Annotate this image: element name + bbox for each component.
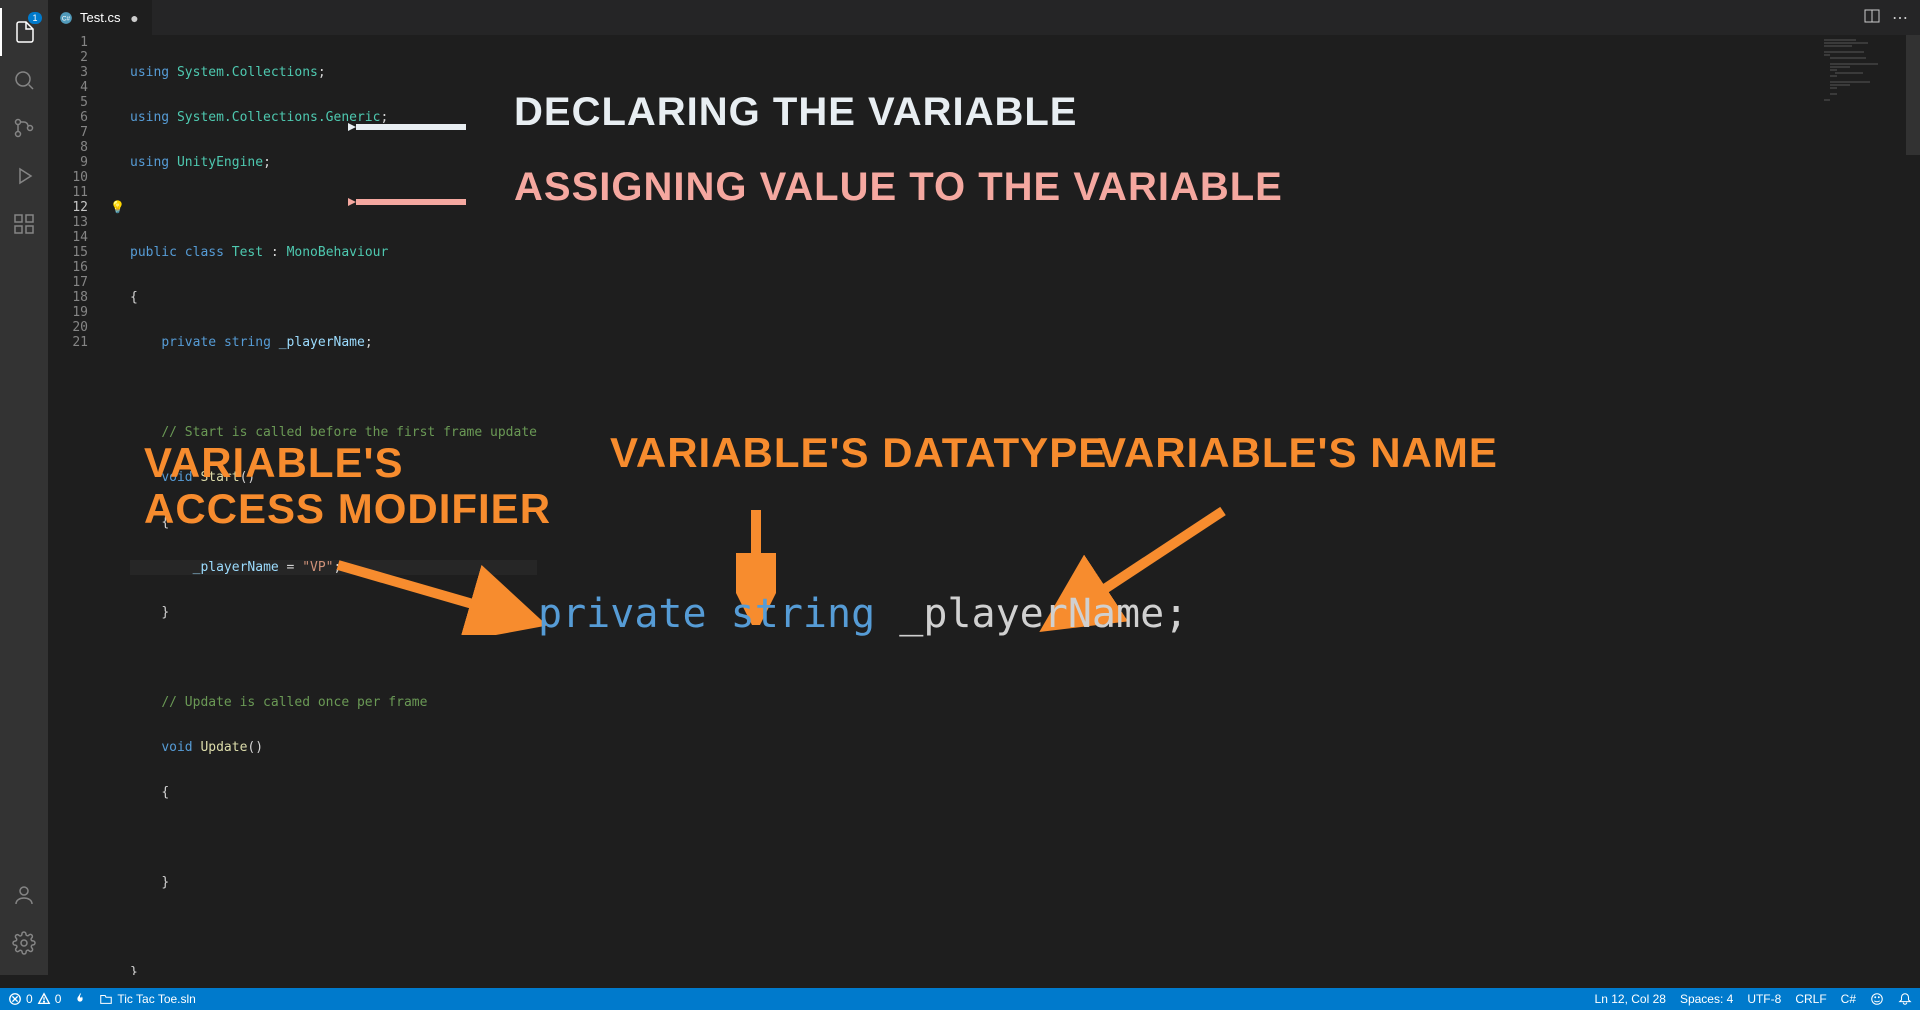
annotation-datatype: VARIABLE'S DATATYPE [610, 445, 1107, 460]
arrow-declaring [348, 117, 468, 137]
tab-test-cs[interactable]: C# Test.cs ● [48, 0, 152, 35]
line-number: 15 [48, 245, 88, 260]
search-icon[interactable] [0, 56, 48, 104]
activity-bottom [0, 871, 48, 967]
status-feedback-icon[interactable] [1870, 992, 1884, 1006]
status-bell-icon[interactable] [1898, 992, 1912, 1006]
line-number: 18 [48, 290, 88, 305]
line-number: 2 [48, 50, 88, 65]
scrollbar-thumb[interactable] [1906, 35, 1920, 155]
gear-icon[interactable] [0, 919, 48, 967]
line-number: 5 [48, 95, 88, 110]
line-number: 16 [48, 260, 88, 275]
line-gutter: 1 2 3 4 5 6 7 8 9 10 11 12 13 14 15 16 1… [48, 35, 108, 350]
tab-bar: C# Test.cs ● ⋯ [48, 0, 1920, 35]
split-editor-icon[interactable] [1864, 8, 1880, 28]
status-solution[interactable]: Tic Tac Toe.sln [99, 992, 195, 1006]
tab-actions: ⋯ [1864, 8, 1920, 28]
source-control-icon[interactable] [0, 104, 48, 152]
status-bar: 0 0 Tic Tac Toe.sln Ln 12, Col 28 Spaces… [0, 988, 1920, 1010]
line-number: 9 [48, 155, 88, 170]
lightbulb-icon[interactable]: 💡 [110, 200, 125, 215]
line-number: 11 [48, 185, 88, 200]
activity-bar: 1 [0, 0, 48, 975]
big-code-line: private string _playerName; [538, 607, 1188, 622]
svg-text:C#: C# [62, 15, 71, 22]
status-spaces[interactable]: Spaces: 4 [1680, 992, 1733, 1006]
annotation-access-modifier: VARIABLE'S ACCESS MODIFIER [144, 440, 551, 532]
line-number: 8 [48, 140, 88, 155]
explorer-badge: 1 [28, 12, 42, 24]
debug-icon[interactable] [0, 152, 48, 200]
line-number: 14 [48, 230, 88, 245]
account-icon[interactable] [0, 871, 48, 919]
extensions-icon[interactable] [0, 200, 48, 248]
status-position[interactable]: Ln 12, Col 28 [1595, 992, 1666, 1006]
arrow-assigning [348, 192, 468, 212]
line-number: 4 [48, 80, 88, 95]
status-encoding[interactable]: UTF-8 [1747, 992, 1781, 1006]
line-number: 6 [48, 110, 88, 125]
line-number: 3 [48, 65, 88, 80]
more-actions-icon[interactable]: ⋯ [1892, 8, 1908, 28]
annotation-name: VARIABLE'S NAME [1098, 445, 1498, 460]
arrow-access-modifier [328, 555, 548, 635]
line-number: 19 [48, 305, 88, 320]
annotation-declaring: DECLARING THE VARIABLE [514, 105, 1077, 120]
explorer-icon[interactable]: 1 [0, 8, 48, 56]
tab-modified-indicator[interactable]: ● [126, 10, 142, 26]
bottom-gap [0, 975, 1920, 988]
annotation-assigning: ASSIGNING VALUE TO THE VARIABLE [514, 180, 1283, 195]
editor[interactable]: 1 2 3 4 5 6 7 8 9 10 11 12 13 14 15 16 1… [48, 35, 1920, 975]
line-number: 13 [48, 215, 88, 230]
line-number: 21 [48, 335, 88, 350]
line-number: 20 [48, 320, 88, 335]
line-number: 7 [48, 125, 88, 140]
minimap[interactable] [1824, 39, 1904, 139]
line-number: 17 [48, 275, 88, 290]
status-errors[interactable]: 0 0 [8, 992, 61, 1006]
tab-label: Test.cs [80, 10, 120, 25]
line-number: 12 [48, 200, 88, 215]
status-eol[interactable]: CRLF [1795, 992, 1826, 1006]
line-number: 1 [48, 35, 88, 50]
csharp-file-icon: C# [58, 10, 74, 26]
scrollbar[interactable] [1906, 35, 1920, 975]
status-lang[interactable]: C# [1841, 992, 1856, 1006]
line-number: 10 [48, 170, 88, 185]
status-flame-icon[interactable] [73, 992, 87, 1006]
